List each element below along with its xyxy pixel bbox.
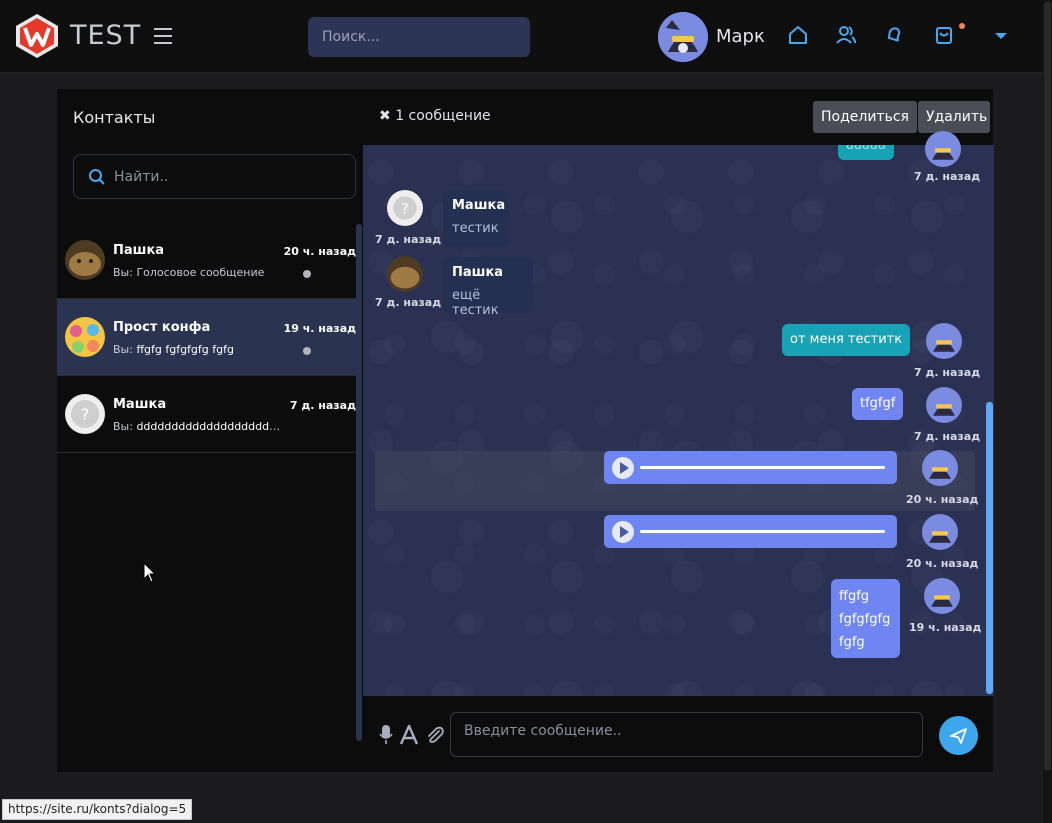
message-text: tfgfgf	[860, 396, 896, 411]
contact-preview: Вы: ffgfg fgfgfgfg fgfg	[113, 343, 283, 356]
contact-list: Пашка 20 ч. назад Вы: Голосовое сообщени…	[57, 222, 356, 453]
message-time: 7 д. назад	[914, 170, 981, 183]
brand-title[interactable]: TEST	[70, 20, 141, 51]
message-time: 7 д. назад	[375, 296, 442, 309]
message-line: fgfgfgfg	[839, 612, 891, 627]
contacts-search-input[interactable]	[114, 155, 344, 198]
message-avatar: ?	[387, 190, 423, 226]
preview-prefix: Вы:	[113, 420, 133, 433]
audio-progress-track[interactable]	[640, 466, 885, 469]
microphone-icon[interactable]	[379, 725, 393, 745]
send-button[interactable]	[939, 716, 978, 755]
play-icon[interactable]	[612, 457, 634, 479]
message-avatar	[922, 450, 958, 486]
message-time: 19 ч. назад	[909, 621, 982, 634]
top-bar: TEST Марк	[0, 0, 1052, 73]
contact-time: 7 д. назад	[289, 399, 356, 412]
message-avatar	[926, 387, 962, 423]
send-icon	[950, 728, 967, 744]
contact-avatar: ?	[65, 394, 105, 434]
message-text: aaaaa	[846, 145, 886, 153]
delete-button[interactable]: Удалить	[918, 101, 990, 133]
message-avatar	[387, 256, 423, 292]
search-input[interactable]	[308, 17, 530, 57]
text-format-icon[interactable]	[399, 725, 419, 745]
message-avatar	[925, 131, 961, 167]
message-bubble[interactable]: Пашка ещё тестик	[443, 257, 533, 318]
close-selection-icon[interactable]: ✖	[379, 108, 391, 124]
message-bubble[interactable]: tfgfgf	[852, 388, 904, 420]
message-time: 20 ч. назад	[906, 557, 979, 570]
user-name[interactable]: Марк	[716, 26, 765, 47]
contact-name: Машка	[113, 397, 167, 412]
contact-preview: Вы: Голосовое сообщение	[113, 266, 283, 279]
preview-prefix: Вы:	[113, 266, 133, 279]
message-time: 7 д. назад	[914, 430, 981, 443]
message-time: 7 д. назад	[375, 233, 442, 246]
svg-text:?: ?	[81, 405, 90, 424]
message-bubble[interactable]: от меня теститк	[782, 324, 911, 356]
contacts-title: Контакты	[73, 108, 156, 127]
message-input[interactable]	[450, 712, 923, 757]
preview-prefix: Вы:	[113, 343, 133, 356]
contact-preview: Вы: dddddddddddddddddddddd...	[113, 420, 283, 433]
message-text: от меня теститк	[790, 332, 903, 347]
message-avatar	[926, 323, 962, 359]
contact-avatar	[65, 240, 105, 280]
chat-scrollbar[interactable]	[986, 402, 993, 694]
paperclip-icon[interactable]	[425, 725, 445, 745]
message-line: ffgfg	[839, 589, 870, 604]
message-line: fgfg	[839, 635, 865, 650]
selection-text: 1 сообщение	[395, 108, 491, 124]
search-icon	[89, 169, 105, 185]
preview-text: dddddddddddddddddddddd...	[136, 420, 283, 433]
message-text: ещё тестик	[452, 288, 499, 318]
message-text: тестик	[452, 221, 499, 236]
bell-icon[interactable]	[883, 24, 905, 46]
audio-message[interactable]	[604, 451, 897, 484]
message-bubble[interactable]: ffgfg fgfgfgfg fgfg	[831, 579, 900, 658]
home-icon[interactable]	[787, 24, 809, 46]
cart-icon[interactable]	[933, 24, 955, 46]
contact-avatar	[65, 317, 105, 357]
preview-text: ffgfg fgfgfgfg fgfg	[136, 343, 234, 356]
page-scrollbar-thumb[interactable]	[1044, 2, 1051, 770]
status-bar-url: https://site.ru/konts?dialog=5	[2, 799, 193, 820]
contact-name: Прост конфа	[113, 320, 211, 335]
menu-icon[interactable]	[154, 28, 172, 44]
play-icon[interactable]	[612, 521, 634, 543]
message-time: 7 д. назад	[914, 366, 981, 379]
contact-time: 20 ч. назад	[283, 245, 356, 258]
selection-counter: ✖ 1 сообщение	[379, 108, 491, 124]
contacts-search[interactable]	[73, 154, 356, 199]
contact-name: Пашка	[113, 243, 165, 258]
message-author: Машка	[452, 198, 506, 213]
notification-dot	[959, 23, 965, 29]
status-dot	[303, 347, 311, 355]
contact-time: 19 ч. назад	[283, 322, 356, 335]
preview-text: Голосовое сообщение	[136, 266, 265, 279]
caret-down-icon[interactable]	[990, 25, 1012, 47]
message-bubble[interactable]: aaaaa	[838, 145, 894, 160]
contact-item[interactable]: Пашка 20 ч. назад Вы: Голосовое сообщени…	[57, 222, 356, 299]
status-dot	[303, 270, 311, 278]
message-avatar	[924, 578, 960, 614]
message-bubble[interactable]: Машка тестик	[443, 190, 508, 247]
message-author: Пашка	[452, 265, 504, 280]
mouse-cursor-icon	[143, 562, 157, 583]
contact-item[interactable]: Прост конфа 19 ч. назад Вы: ffgfg fgfgfg…	[57, 299, 356, 376]
share-button[interactable]: Поделиться	[813, 101, 917, 133]
logo-icon[interactable]	[14, 13, 60, 59]
avatar[interactable]	[658, 12, 708, 62]
audio-progress-track[interactable]	[640, 530, 885, 533]
messenger-panel: Контакты Пашка 20 ч. назад Вы: Голосовое…	[57, 89, 994, 772]
contact-item[interactable]: ? Машка 7 д. назад Вы: ddddddddddddddddd…	[57, 376, 356, 453]
users-icon[interactable]	[835, 24, 857, 46]
svg-text:?: ?	[401, 201, 409, 217]
contacts-scrollbar[interactable]	[356, 224, 362, 741]
audio-message[interactable]	[604, 515, 897, 548]
message-avatar	[922, 514, 958, 550]
message-time: 20 ч. назад	[906, 493, 979, 506]
